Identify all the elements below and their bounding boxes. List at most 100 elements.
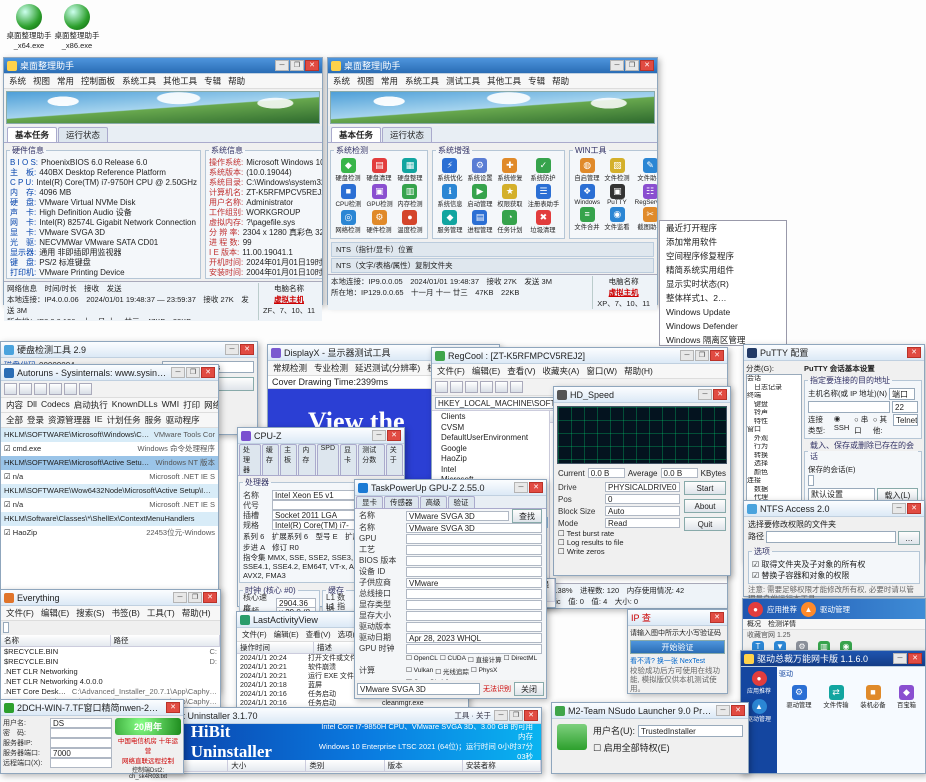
tool-button[interactable]: ✂截图助手 (633, 207, 657, 232)
menu-item[interactable]: 书签(B) (112, 607, 140, 619)
category-tab[interactable]: 资源管理器 (48, 414, 91, 426)
minimize-button[interactable]: ─ (173, 592, 187, 603)
menu-item[interactable]: 测试工具 (446, 75, 480, 87)
titlebar[interactable]: Everything ─❐✕ (1, 590, 220, 606)
tool-button[interactable]: ❖Windows (573, 184, 601, 206)
category-tab[interactable]: KnownDLLs (112, 399, 158, 411)
titlebar[interactable]: 硬盘检测工具 2.9 ─✕ (1, 342, 257, 358)
tool-button[interactable]: ◎网络检测 (334, 210, 363, 235)
tool-button[interactable]: ★权限获取 (496, 184, 524, 209)
category-tab[interactable]: WMI (162, 399, 179, 411)
context-menu-item[interactable]: 空间程序修复程序 (660, 249, 786, 263)
menu-item[interactable]: 专辑 (204, 75, 221, 87)
cpuz-tab[interactable]: SPD (317, 444, 339, 475)
blocksize-combo[interactable]: Auto (605, 506, 680, 516)
close-button[interactable]: ✕ (907, 503, 921, 514)
tree-node[interactable]: CVSM (433, 423, 548, 434)
column-header[interactable]: 路径 (111, 635, 221, 646)
quit-button[interactable]: Quit (684, 517, 726, 531)
context-menu-item[interactable]: 精简系统实用组件 (660, 263, 786, 277)
close-button[interactable]: ✕ (529, 482, 543, 493)
user-combo[interactable]: TrustedInstaller (638, 725, 743, 737)
file-row[interactable]: $RECYCLE.BIN C: (1, 647, 220, 657)
menu-item[interactable]: 常规检测 (273, 362, 307, 374)
tool-button[interactable]: ✎文件助手 (633, 158, 657, 183)
start-button[interactable]: Start (684, 481, 726, 495)
minimize-button[interactable]: ─ (893, 653, 907, 664)
replace-permissions-checkbox[interactable]: 替换子容器和对象的权限 (752, 570, 916, 581)
menu-item[interactable]: 窗口(W) (586, 365, 617, 377)
tool-button[interactable]: ▨文件检测 (603, 158, 631, 183)
autoruns-row[interactable]: HKLM\SOFTWARE\Wow6432Node\Microsoft\Acti… (1, 484, 218, 498)
toolbar-refresh-icon[interactable] (19, 383, 32, 395)
tree-node[interactable]: HaoZip (433, 454, 548, 465)
close-button[interactable]: ✕ (240, 344, 254, 355)
radio-serial[interactable]: 串口 (854, 414, 869, 436)
category-tab[interactable]: 登录 (27, 414, 44, 426)
menu-item[interactable]: 查看(V) (306, 629, 331, 640)
dock-button[interactable]: ⚙驱动管理 (785, 685, 813, 710)
dock-button[interactable]: ■装机必备 (859, 685, 887, 710)
autoruns-row[interactable]: ☑ cmd.exe Windows 命令处理程序 (1, 442, 218, 456)
titlebar[interactable]: Autoruns - Sysinternals: www.sysinternal… (1, 365, 218, 381)
tree-node[interactable]: 铃声 (747, 409, 801, 418)
titlebar[interactable]: HD_Speed ─✕ (554, 387, 730, 403)
tree-node[interactable]: 会话 (747, 375, 801, 384)
titlebar[interactable]: PuTTY 配置 ✕ (744, 345, 924, 361)
gpuz-tab[interactable]: 高级 (420, 496, 447, 508)
gpu-select-combo[interactable]: VMware SVGA 3D (357, 683, 480, 695)
toolbar-save-icon[interactable] (4, 383, 17, 395)
compute-checkbox[interactable]: 光线追踪 (435, 666, 469, 676)
path-input[interactable] (766, 531, 896, 543)
context-menu-item[interactable]: 添加常用软件 (660, 235, 786, 249)
menu-item[interactable]: 编辑(E) (472, 365, 500, 377)
category-tab[interactable]: 网络提供 (204, 399, 218, 411)
toolbar-forward-icon[interactable] (450, 381, 463, 393)
titlebar[interactable]: TaskPowerUp GPU-Z 2.55.0 ─✕ (355, 480, 546, 496)
tool-button[interactable]: ◉文件监看 (603, 207, 631, 232)
column-header[interactable]: 大小 (228, 760, 306, 771)
close-button[interactable]: ✕ (203, 592, 217, 603)
tool-button[interactable]: ⚙硬件检测 (365, 210, 394, 235)
menu-item[interactable]: 专辑 (528, 75, 545, 87)
close-button[interactable]: ✕ (640, 60, 654, 71)
context-menu-item[interactable]: Windows Defender (660, 319, 786, 333)
tree-node[interactable]: 特性 (747, 418, 801, 427)
toolbar-refresh-icon[interactable] (480, 381, 493, 393)
autoruns-row[interactable]: ☑ n/a Microsoft .NET IE S (1, 498, 218, 512)
gpuz-tab[interactable]: 传感器 (384, 496, 419, 508)
search-input[interactable] (3, 622, 9, 633)
menu-item[interactable]: 编辑(E) (41, 607, 69, 619)
tree-node[interactable]: 窗口 (747, 426, 801, 435)
close-button[interactable]: ✕ (387, 430, 401, 441)
close-button[interactable]: ✕ (907, 347, 921, 358)
close-button[interactable]: ✕ (731, 705, 745, 716)
category-tab[interactable]: Dll (27, 399, 37, 411)
gpuz-tab[interactable]: 验证 (448, 496, 475, 508)
menu-item[interactable]: 编辑(E) (274, 629, 299, 640)
menu-item[interactable]: 系统 (9, 75, 26, 87)
compute-checkbox[interactable]: PhysX (471, 666, 497, 676)
quick-bar-1[interactable]: NTS（指针/显卡）位置 (331, 242, 654, 257)
driver-manage-icon[interactable]: ▲ (801, 602, 816, 617)
cpuz-tab[interactable]: 测试分数 (358, 444, 385, 475)
menu-item[interactable]: 系统工具 (122, 75, 156, 87)
tool-button[interactable]: ⚙系统设置 (466, 158, 494, 183)
menu-item[interactable]: 专业检测 (314, 362, 348, 374)
close-button[interactable]: ✕ (710, 350, 724, 361)
menu-item[interactable]: 其他工具 (163, 75, 197, 87)
gpuz-tab[interactable]: 显卡 (356, 496, 383, 508)
pos-value[interactable]: 0 (605, 494, 680, 504)
active-tab-label[interactable]: 驱动 (779, 669, 923, 679)
minimize-button[interactable]: ─ (494, 710, 508, 721)
category-tab[interactable]: 打印 (183, 399, 200, 411)
titlebar[interactable]: NTFS Access 2.0 ─✕ (744, 501, 924, 517)
menu-item[interactable]: 搜索(S) (76, 607, 104, 619)
tool-button[interactable]: ✖垃圾清理 (526, 210, 561, 235)
tool-button[interactable]: ▦硬盘整理 (396, 158, 424, 183)
port-input[interactable]: 22 (892, 401, 918, 413)
menu-item[interactable]: 收藏夹(A) (543, 365, 580, 377)
titlebar[interactable]: 2DCH-WIN-7.TF窗口精简nwen-20c… ✕ (1, 700, 183, 716)
tree-node[interactable]: Google (433, 444, 548, 455)
column-header[interactable]: 类别 (306, 760, 384, 771)
